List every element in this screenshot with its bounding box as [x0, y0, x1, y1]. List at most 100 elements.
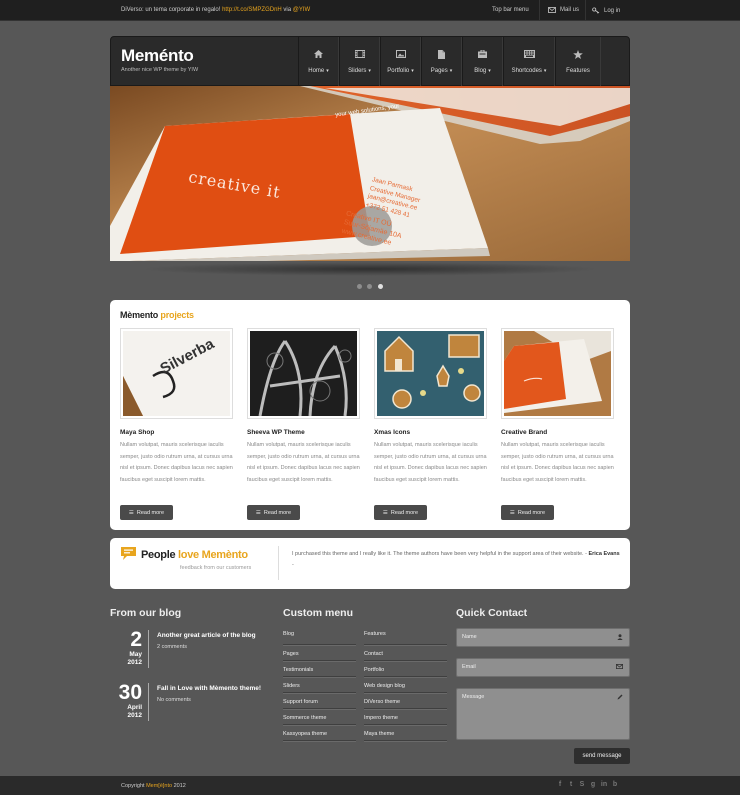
chevron-down-icon: ▾ — [488, 68, 491, 74]
chevron-down-icon: ▾ — [449, 68, 453, 74]
site-footer: Copyright Mem[è]nto 2012 f t S g in b — [0, 776, 740, 795]
nav-blog[interactable]: Blog ▾ — [462, 37, 503, 86]
project-name[interactable]: Creative Brand — [501, 429, 614, 436]
nav-features[interactable]: Features — [555, 37, 601, 86]
project-name[interactable]: Maya Shop — [120, 429, 233, 436]
project-card: Xmas Icons Nullam volutpat, mauris scele… — [374, 328, 487, 486]
message-field[interactable]: Message — [456, 688, 630, 740]
email-field[interactable]: Email — [456, 658, 630, 677]
nav-home[interactable]: Home ▾ — [298, 37, 339, 86]
menu-link[interactable]: Impero theme — [364, 709, 447, 725]
post-date: 30 April 2012 — [110, 682, 142, 721]
read-more-label: Read more — [136, 509, 165, 516]
testimonial-section: People love Memènto feedback from our cu… — [110, 538, 630, 589]
project-thumbnail[interactable] — [374, 328, 487, 419]
menu-link[interactable]: DiVerso theme — [364, 693, 447, 709]
site-logo[interactable]: Meménto — [121, 46, 194, 66]
site-tagline: Another nice WP theme by YIW — [121, 67, 199, 73]
main-navigation: Home ▾ Sliders ▾ Portfolio ▾ Pages ▾ Blog ▾ S… — [298, 37, 601, 86]
menu-link[interactable]: Web design blog — [364, 677, 447, 693]
email-placeholder: Email — [462, 664, 476, 670]
slider-dot-3-active[interactable] — [378, 284, 383, 289]
nav-pages[interactable]: Pages ▾ — [421, 37, 462, 86]
menu-link[interactable]: Contact — [364, 645, 447, 661]
project-description: Nullam volutpat, mauris scelerisque iacu… — [374, 442, 487, 483]
project-description: Nullam volutpat, mauris scelerisque iacu… — [247, 442, 360, 483]
nav-portfolio-label: Portfolio — [387, 68, 410, 74]
send-message-button[interactable]: send message — [574, 748, 630, 764]
project-description: Nullam volutpat, mauris scelerisque iacu… — [120, 442, 233, 483]
menu-link[interactable]: Blog — [283, 629, 356, 645]
tweet-link[interactable]: http://t.co/SMPZGDnH — [222, 7, 282, 13]
menu-link[interactable]: Portfolio — [364, 661, 447, 677]
read-more-button[interactable]: ☰ Read more — [374, 505, 427, 520]
envelope-icon — [548, 7, 556, 13]
skype-icon[interactable]: S — [578, 781, 586, 788]
list-icon: ☰ — [255, 509, 261, 516]
nav-sliders-label: Sliders — [348, 68, 367, 74]
nav-sliders[interactable]: Sliders ▾ — [339, 37, 380, 86]
menu-link[interactable]: Testimonials — [283, 661, 356, 677]
post-comments[interactable]: No comments — [157, 697, 267, 703]
blog-post: 2 May 2012 Another great article of the … — [110, 629, 267, 668]
top-bar: DiVerso: un tema corporate in regalo! ht… — [0, 0, 740, 21]
menu-link[interactable]: Features — [364, 629, 447, 645]
facebook-icon[interactable]: f — [556, 781, 564, 788]
projects-title: Mèmento projects — [120, 310, 194, 320]
slider-dot-2[interactable] — [367, 284, 372, 289]
linkedin-icon[interactable]: in — [600, 781, 608, 788]
post-comments[interactable]: 2 comments — [157, 644, 267, 650]
page-icon — [438, 48, 445, 60]
post-date: 2 May 2012 — [110, 629, 142, 668]
menu-link[interactable]: Sliders — [283, 677, 356, 693]
blog-widget-title: From our blog — [110, 607, 182, 619]
menu-link[interactable]: Support forum — [283, 693, 356, 709]
project-name[interactable]: Xmas Icons — [374, 429, 487, 436]
project-card: Silverba Maya Shop Nullam volutpat, maur… — [120, 328, 233, 486]
chevron-down-icon: ▾ — [368, 68, 371, 74]
list-icon: ☰ — [382, 509, 388, 516]
chevron-down-icon: ▾ — [543, 68, 547, 74]
menu-link[interactable]: Pages — [283, 645, 356, 661]
quick-contact-title: Quick Contact — [456, 607, 528, 619]
nav-portfolio[interactable]: Portfolio ▾ — [380, 37, 421, 86]
star-icon — [573, 48, 583, 60]
slider-shadow — [140, 262, 600, 276]
menu-link[interactable]: Maya theme — [364, 725, 447, 741]
copyright-text: Copyright Mem[è]nto 2012 — [121, 783, 186, 789]
project-thumbnail[interactable] — [501, 328, 614, 419]
key-icon — [592, 7, 600, 14]
post-title[interactable]: Fall in Love with Mèmento theme! — [157, 683, 267, 694]
top-bar-menu-link[interactable]: Top bar menu — [492, 7, 529, 13]
nav-shortcodes[interactable]: Shortcodes ▾ — [503, 37, 555, 86]
read-more-button[interactable]: ☰ Read more — [501, 505, 554, 520]
name-field[interactable]: Name — [456, 628, 630, 647]
copyright-brand[interactable]: Mem[è]nto — [146, 783, 172, 789]
twitter-icon[interactable]: t — [567, 781, 575, 788]
login-link[interactable]: Log in — [592, 7, 620, 14]
custom-menu-column-2: Features Contact Portfolio Web design bl… — [364, 629, 447, 741]
testimonial-title: People love Memènto — [141, 549, 248, 561]
menu-link[interactable]: Sommerce theme — [283, 709, 356, 725]
project-name[interactable]: Sheeva WP Theme — [247, 429, 360, 436]
blogger-icon[interactable]: b — [611, 781, 619, 788]
read-more-button[interactable]: ☰ Read more — [120, 505, 173, 520]
slider-dot-1[interactable] — [357, 284, 362, 289]
project-thumbnail[interactable] — [247, 328, 360, 419]
google-icon[interactable]: g — [589, 781, 597, 788]
nav-features-label: Features — [566, 68, 590, 74]
post-divider — [148, 683, 149, 721]
name-placeholder: Name — [462, 634, 477, 640]
nav-shortcodes-label: Shortcodes — [511, 68, 542, 74]
list-icon: ☰ — [128, 509, 134, 516]
hero-slider[interactable]: creative it your web solutions, your Jaa… — [110, 86, 630, 261]
copyright-year: 2012 — [173, 783, 186, 789]
latest-tweet: DiVerso: un tema corporate in regalo! ht… — [121, 7, 310, 13]
read-more-button[interactable]: ☰ Read more — [247, 505, 300, 520]
tweet-handle-link[interactable]: @YIW — [293, 7, 310, 13]
project-thumbnail[interactable]: Silverba — [120, 328, 233, 419]
read-more-label: Read more — [263, 509, 292, 516]
mail-us-link[interactable]: Mail us — [548, 7, 579, 13]
menu-link[interactable]: Kassyopea theme — [283, 725, 356, 741]
post-title[interactable]: Another great article of the blog — [157, 630, 267, 641]
